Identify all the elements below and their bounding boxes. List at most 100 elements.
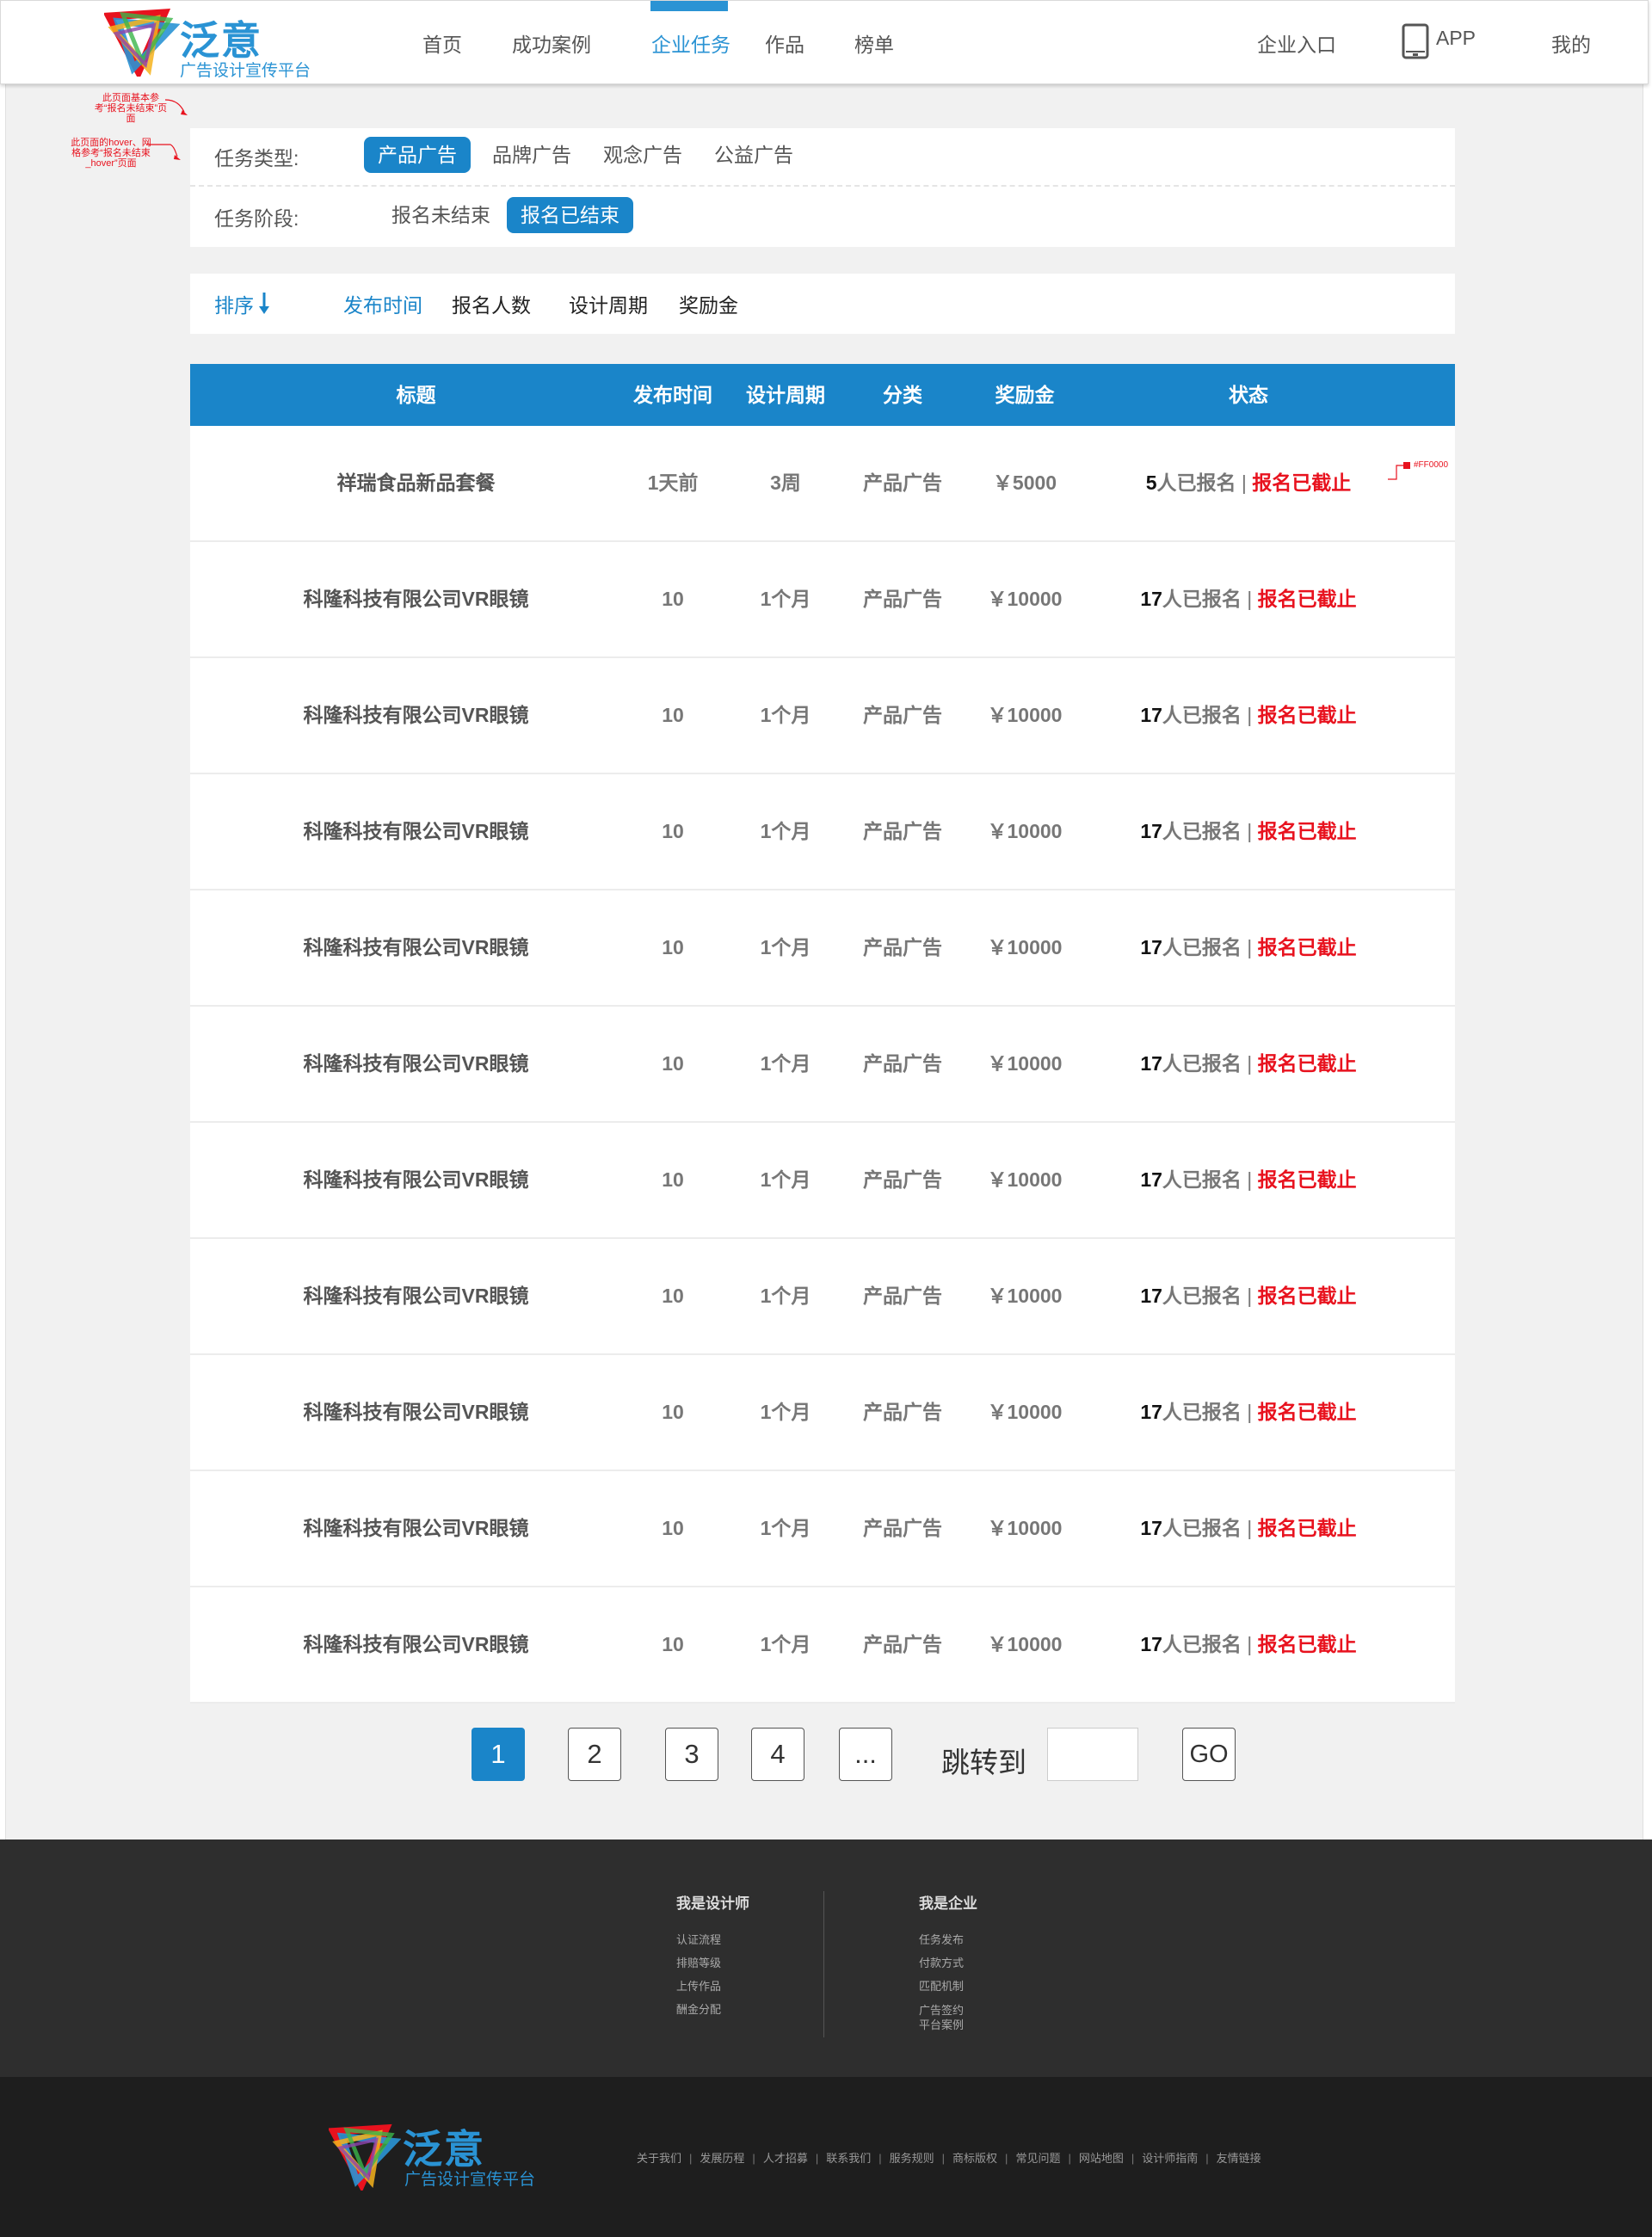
table-row[interactable]: 科隆科技有限公司VR眼镜 10 1个月 产品广告 ￥10000 17人已报名 | 报名已截… bbox=[190, 1239, 1455, 1355]
signup-text: 人已报名 bbox=[1162, 1401, 1242, 1423]
signup-count: 17 bbox=[1140, 1168, 1162, 1191]
footer-bottom-link[interactable]: 网站地图 bbox=[1079, 2149, 1124, 2166]
chip-brand-ad[interactable]: 品牌广告 bbox=[478, 137, 585, 173]
footer-bottom-link[interactable]: 设计师指南 bbox=[1142, 2149, 1198, 2166]
footer-designer-link[interactable]: 上传作品 bbox=[676, 1975, 749, 1998]
nav-works[interactable]: 作品 bbox=[765, 28, 804, 58]
task-title[interactable]: 科隆科技有限公司VR眼镜 bbox=[190, 658, 642, 773]
task-design-period: 1个月 bbox=[760, 704, 811, 726]
signup-text: 人已报名 bbox=[1162, 820, 1242, 842]
footer-bottom-link[interactable]: 联系我们 bbox=[826, 2149, 871, 2166]
nav-mine[interactable]: 我的 bbox=[1551, 28, 1591, 58]
nav-enterprise-entry[interactable]: 企业入口 bbox=[1257, 28, 1336, 58]
table-row[interactable]: 科隆科技有限公司VR眼镜 10 1个月 产品广告 ￥10000 17人已报名 | 报名已截… bbox=[190, 1355, 1455, 1471]
footer-company-column: 我是企业 任务发布 付款方式 匹配机制 广告签约 平台案例 bbox=[919, 1891, 977, 2032]
page-2-button[interactable]: 2 bbox=[568, 1728, 621, 1781]
footer-bottom-link[interactable]: 发展历程 bbox=[700, 2149, 744, 2166]
table-row[interactable]: 科隆科技有限公司VR眼镜 10 1个月 产品广告 ￥10000 17人已报名 | 报名已截… bbox=[190, 890, 1455, 1007]
footer-company-link[interactable]: 平台案例 bbox=[919, 2018, 977, 2032]
chip-concept-ad[interactable]: 观念广告 bbox=[589, 137, 696, 173]
signup-count: 17 bbox=[1140, 1401, 1162, 1423]
site-logo[interactable]: 泛意 广告设计宣传平台 bbox=[104, 8, 328, 80]
logo-mark-icon bbox=[104, 9, 180, 77]
status-separator: | bbox=[1247, 1633, 1253, 1655]
table-row[interactable]: 科隆科技有限公司VR眼镜 10 1个月 产品广告 ￥10000 17人已报名 | 报名已截… bbox=[190, 1007, 1455, 1123]
footer-company-link[interactable]: 匹配机制 bbox=[919, 1975, 977, 1998]
footer-bottom-link[interactable]: 商标版权 bbox=[952, 2149, 997, 2166]
table-row[interactable]: 祥瑞食品新品套餐 1天前 3周 产品广告 ￥5000 5人已报名 | 报名已截止 #FF00… bbox=[190, 426, 1455, 542]
brand-slogan: 广告设计宣传平台 bbox=[180, 62, 311, 80]
task-title[interactable]: 科隆科技有限公司VR眼镜 bbox=[190, 1587, 642, 1702]
annotation-arrow-icon bbox=[146, 144, 181, 160]
signup-closed-label: 报名已截止 bbox=[1257, 936, 1357, 958]
page-more-button[interactable]: ... bbox=[839, 1728, 892, 1781]
footer-bottom-link[interactable]: 常见问题 bbox=[1015, 2149, 1060, 2166]
nav-enterprise-tasks[interactable]: 企业任务 bbox=[651, 28, 730, 58]
task-category: 产品广告 bbox=[863, 820, 942, 842]
sort-by-publish-time[interactable]: 发布时间 bbox=[343, 289, 422, 318]
footer-company-link[interactable]: 任务发布 bbox=[919, 1928, 977, 1951]
nav-ranking[interactable]: 榜单 bbox=[854, 28, 894, 58]
footer-bottom-link[interactable]: 关于我们 bbox=[637, 2149, 681, 2166]
nav-home[interactable]: 首页 bbox=[422, 28, 462, 58]
table-row[interactable]: 科隆科技有限公司VR眼镜 10 1个月 产品广告 ￥10000 17人已报名 | 报名已截… bbox=[190, 542, 1455, 658]
page-3-button[interactable]: 3 bbox=[665, 1728, 718, 1781]
task-status: 17人已报名 | 报名已截止 bbox=[1119, 890, 1378, 1005]
task-title[interactable]: 科隆科技有限公司VR眼镜 bbox=[190, 1239, 642, 1353]
page-4-button[interactable]: 4 bbox=[751, 1728, 804, 1781]
task-title[interactable]: 科隆科技有限公司VR眼镜 bbox=[190, 1355, 642, 1470]
status-separator: | bbox=[1247, 1052, 1253, 1075]
footer-company-link[interactable]: 广告签约 bbox=[919, 2003, 977, 2018]
page-1-button[interactable]: 1 bbox=[472, 1728, 525, 1781]
chip-product-ad[interactable]: 产品广告 bbox=[364, 137, 471, 173]
task-title[interactable]: 祥瑞食品新品套餐 bbox=[190, 426, 642, 540]
status-separator: | bbox=[1247, 1285, 1253, 1307]
nav-cases[interactable]: 成功案例 bbox=[512, 28, 591, 58]
footer-logo[interactable]: 泛意 广告设计宣传平台 bbox=[329, 2118, 552, 2194]
table-row[interactable]: 科隆科技有限公司VR眼镜 10 1个月 产品广告 ￥10000 17人已报名 | 报名已截… bbox=[190, 658, 1455, 774]
footer-designer-link[interactable]: 排赔等级 bbox=[676, 1951, 749, 1975]
table-row[interactable]: 科隆科技有限公司VR眼镜 10 1个月 产品广告 ￥10000 17人已报名 | 报名已截… bbox=[190, 1123, 1455, 1239]
footer-company-link[interactable]: 付款方式 bbox=[919, 1951, 977, 1975]
signup-closed-label: 报名已截止 bbox=[1257, 704, 1357, 726]
footer-bottom-bar: 泛意 广告设计宣传平台 关于我们 | 发展历程 | 人才招募 | 联系我们 | 服务规则 | 商标版… bbox=[0, 2077, 1652, 2237]
task-design-period: 1个月 bbox=[760, 1052, 811, 1075]
task-category: 产品广告 bbox=[863, 1052, 942, 1075]
chip-signup-open[interactable]: 报名未结束 bbox=[378, 197, 504, 233]
task-title[interactable]: 科隆科技有限公司VR眼镜 bbox=[190, 774, 642, 889]
task-bonus: ￥10000 bbox=[987, 704, 1063, 726]
task-category: 产品广告 bbox=[863, 1633, 942, 1655]
table-row[interactable]: 科隆科技有限公司VR眼镜 10 1个月 产品广告 ￥10000 17人已报名 | 报名已截… bbox=[190, 1471, 1455, 1587]
signup-text: 人已报名 bbox=[1162, 1285, 1242, 1307]
footer-bottom-link[interactable]: 服务规则 bbox=[890, 2149, 934, 2166]
task-title[interactable]: 科隆科技有限公司VR眼镜 bbox=[190, 890, 642, 1005]
sort-label[interactable]: 排序 bbox=[214, 289, 254, 318]
signup-closed-label: 报名已截止 bbox=[1257, 1517, 1357, 1539]
task-design-period: 1个月 bbox=[760, 820, 811, 842]
signup-closed-label: 报名已截止 bbox=[1252, 471, 1352, 494]
sort-down-arrow-icon[interactable] bbox=[257, 291, 271, 315]
task-title[interactable]: 科隆科技有限公司VR眼镜 bbox=[190, 542, 642, 656]
jump-page-input[interactable] bbox=[1047, 1728, 1138, 1781]
task-title[interactable]: 科隆科技有限公司VR眼镜 bbox=[190, 1471, 642, 1586]
sort-by-bonus[interactable]: 奖励金 bbox=[679, 289, 738, 318]
table-row[interactable]: 科隆科技有限公司VR眼镜 10 1个月 产品广告 ￥10000 17人已报名 | 报名已截… bbox=[190, 1587, 1455, 1704]
logo-mark-icon bbox=[329, 2123, 401, 2191]
sort-by-signups[interactable]: 报名人数 bbox=[452, 289, 531, 318]
footer-designer-link[interactable]: 酬金分配 bbox=[676, 1998, 749, 2021]
chip-signup-closed[interactable]: 报名已结束 bbox=[507, 197, 633, 233]
table-row[interactable]: 科隆科技有限公司VR眼镜 10 1个月 产品广告 ￥10000 17人已报名 | 报名已截… bbox=[190, 774, 1455, 890]
signup-count: 17 bbox=[1140, 1285, 1162, 1307]
task-title[interactable]: 科隆科技有限公司VR眼镜 bbox=[190, 1007, 642, 1121]
task-status: 17人已报名 | 报名已截止 bbox=[1119, 1123, 1378, 1237]
sort-by-design-period[interactable]: 设计周期 bbox=[569, 289, 648, 318]
footer-bottom-link[interactable]: 友情链接 bbox=[1217, 2149, 1261, 2166]
footer-designer-link[interactable]: 认证流程 bbox=[676, 1928, 749, 1951]
task-category: 产品广告 bbox=[863, 1517, 942, 1539]
go-button[interactable]: GO bbox=[1182, 1728, 1236, 1781]
chip-public-ad[interactable]: 公益广告 bbox=[700, 137, 807, 173]
footer-bottom-link[interactable]: 人才招募 bbox=[763, 2149, 808, 2166]
task-title[interactable]: 科隆科技有限公司VR眼镜 bbox=[190, 1123, 642, 1237]
task-status: 17人已报名 | 报名已截止 bbox=[1119, 658, 1378, 773]
footer-link-divider: | bbox=[1131, 2152, 1135, 2165]
